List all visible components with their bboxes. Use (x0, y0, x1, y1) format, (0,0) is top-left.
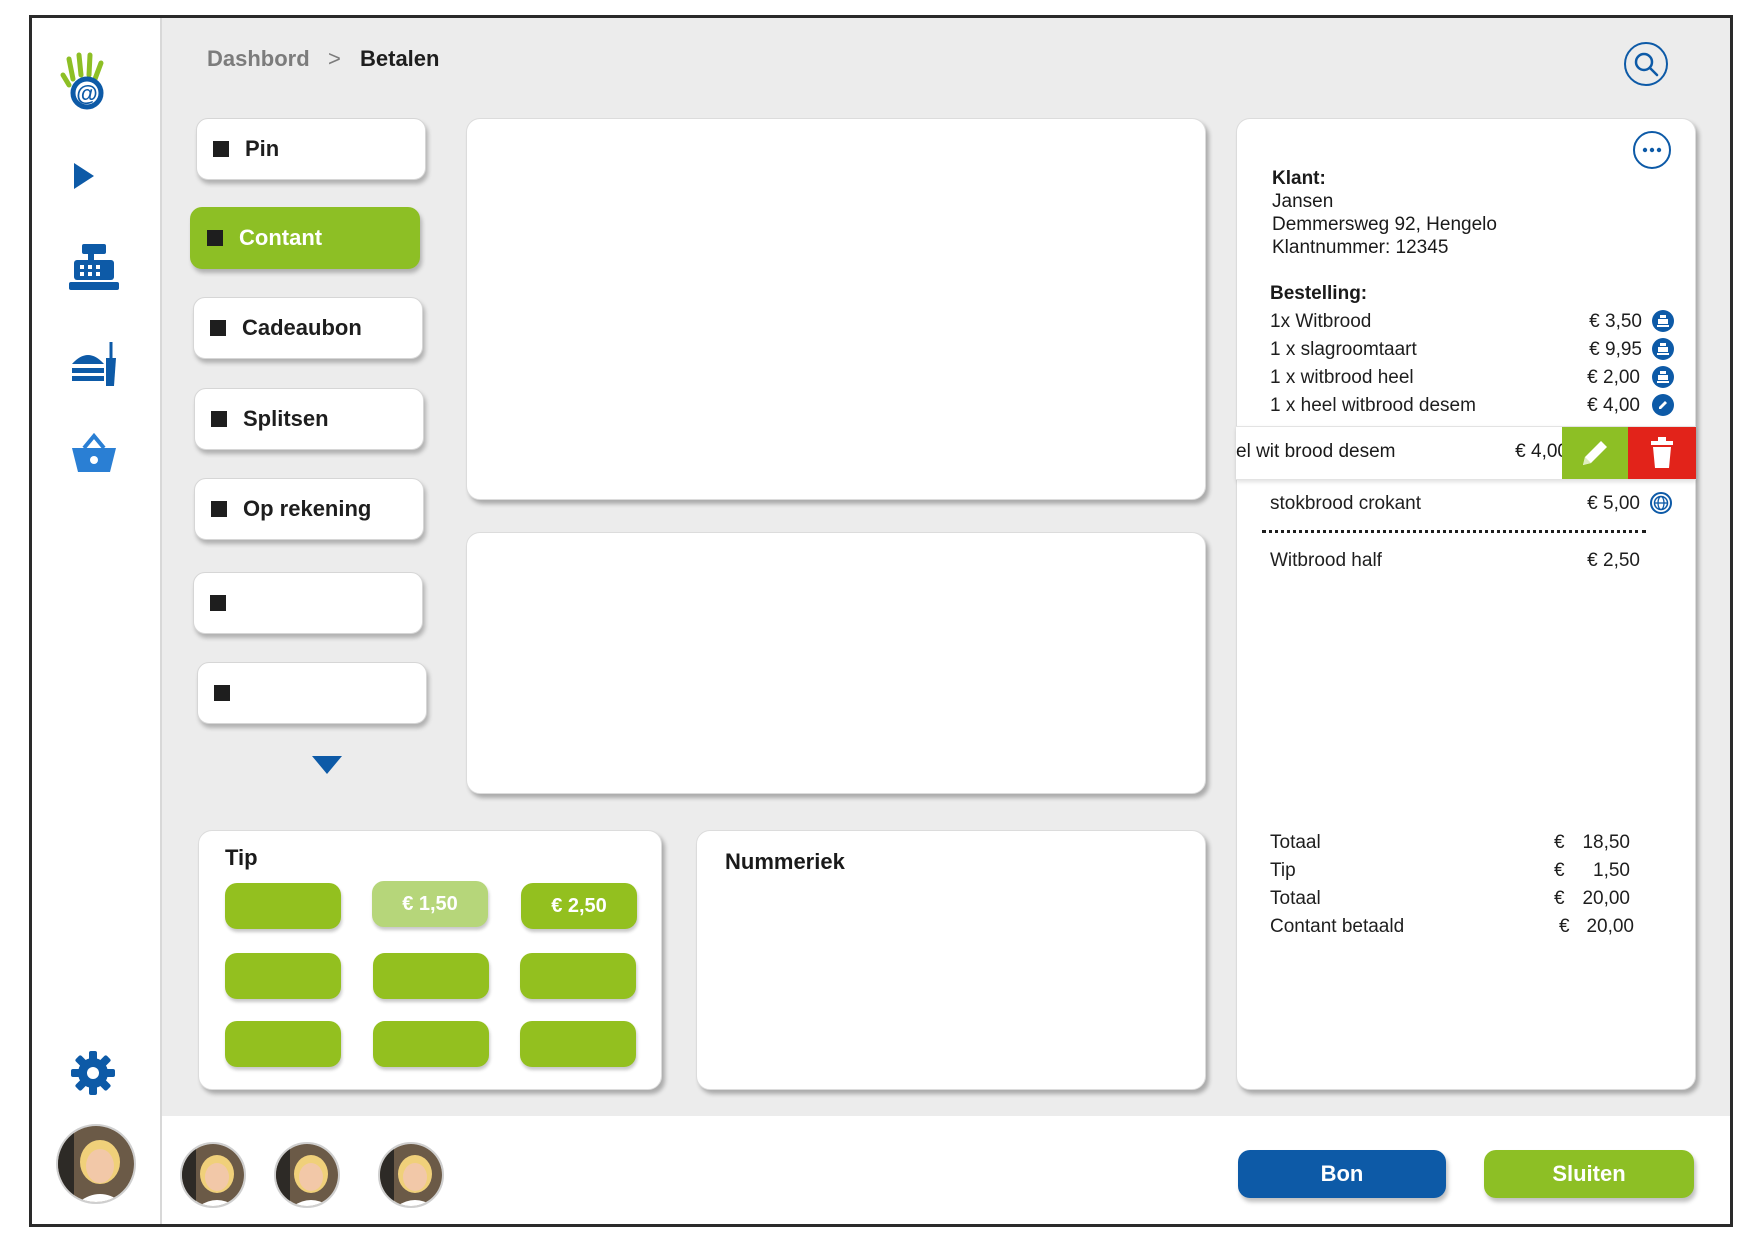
tip-label: Tip (1270, 860, 1296, 881)
order-label: Bestelling: (1270, 283, 1368, 304)
total-currency: € (1554, 832, 1565, 853)
basket-icon[interactable] (66, 428, 122, 478)
sluiten-button[interactable]: Sluiten (1484, 1150, 1694, 1198)
tip-button[interactable] (225, 1021, 341, 1067)
square-icon (210, 595, 226, 611)
payment-label: Op rekening (243, 496, 372, 521)
user-avatar[interactable] (378, 1142, 444, 1208)
order-panel (1236, 118, 1696, 1090)
payment-label: Cadeaubon (242, 315, 362, 340)
tip-button[interactable] (520, 1021, 636, 1067)
tip-button[interactable] (373, 1021, 489, 1067)
breadcrumb-separator: > (328, 46, 341, 71)
tip-panel: Tip € 1,50 € 2,50 (198, 830, 662, 1090)
tip-button[interactable] (225, 883, 341, 929)
order-item-name: 1 x heel witbrood desem (1270, 395, 1476, 416)
grand-total-value: 20,00 (1582, 888, 1630, 909)
swiped-item-name: el wit brood desem (1236, 441, 1396, 462)
register-icon[interactable] (1652, 310, 1674, 332)
square-icon (213, 141, 229, 157)
more-icon (1642, 147, 1662, 153)
order-item-price: € 2,00 (1587, 367, 1640, 388)
tip-button[interactable]: € 2,50 (521, 883, 637, 929)
order-item-name: 1x Witbrood (1270, 311, 1372, 332)
tip-button[interactable] (520, 953, 636, 999)
order-item-name: Witbrood half (1270, 550, 1382, 571)
bon-button[interactable]: Bon (1238, 1150, 1446, 1198)
swiped-item-price: € 4,00 (1515, 441, 1568, 462)
swiped-order-row[interactable]: el wit brood desem € 4,00 (1236, 426, 1696, 480)
order-item-price: € 5,00 (1587, 493, 1640, 514)
svg-text:@: @ (76, 81, 97, 106)
customer-address: Demmersweg 92, Hengelo (1272, 214, 1497, 235)
order-item-price: € 4,00 (1587, 395, 1640, 416)
grand-total-label: Totaal (1270, 888, 1321, 909)
numeriek-panel: Nummeriek (696, 830, 1206, 1090)
square-icon (214, 685, 230, 701)
cash-register-icon[interactable] (66, 240, 122, 294)
content-panel-middle (466, 532, 1206, 794)
sidebar: @ (32, 18, 162, 1224)
payment-cadeaubon-button[interactable]: Cadeaubon (193, 297, 423, 359)
order-item-price: € 3,50 (1589, 311, 1642, 332)
paid-currency: € (1559, 916, 1570, 937)
paid-value: 20,00 (1586, 916, 1634, 937)
tip-button[interactable] (225, 953, 341, 999)
order-item-name: 1 x slagroomtaart (1270, 339, 1417, 360)
delete-button[interactable] (1628, 427, 1696, 479)
breadcrumb-parent[interactable]: Dashbord (207, 46, 310, 72)
globe-icon[interactable] (1650, 492, 1672, 514)
customer-number: Klantnummer: 12345 (1272, 237, 1449, 258)
payment-label: Pin (245, 136, 280, 161)
gear-icon[interactable] (68, 1048, 118, 1098)
payment-empty-button-1[interactable] (193, 572, 423, 634)
tip-currency: € (1554, 860, 1565, 881)
order-item-price: € 2,50 (1587, 550, 1640, 571)
user-avatar[interactable] (274, 1142, 340, 1208)
breadcrumb-current: Betalen (360, 46, 440, 71)
order-divider (1262, 530, 1646, 533)
pencil-icon (1583, 441, 1607, 465)
food-icon[interactable] (66, 336, 122, 392)
payment-pin-button[interactable]: Pin (196, 118, 426, 180)
tip-value: 1,50 (1593, 860, 1630, 881)
paid-label: Contant betaald (1270, 916, 1405, 937)
search-button[interactable] (1624, 42, 1668, 86)
payment-label: Contant (239, 225, 323, 250)
more-options-button[interactable] (1633, 131, 1671, 169)
order-item-name: stokbrood crokant (1270, 493, 1422, 514)
tip-title: Tip (225, 845, 258, 870)
total-label: Totaal (1270, 832, 1321, 853)
numeriek-title: Nummeriek (725, 849, 845, 874)
user-avatar[interactable] (180, 1142, 246, 1208)
square-icon (211, 411, 227, 427)
grand-total-currency: € (1554, 888, 1565, 909)
order-item-price: € 9,95 (1589, 339, 1642, 360)
content-panel-top (466, 118, 1206, 500)
square-icon (207, 230, 223, 246)
payment-empty-button-2[interactable] (197, 662, 427, 724)
tip-button[interactable] (373, 953, 489, 999)
payment-contant-button[interactable]: Contant (190, 207, 420, 269)
search-icon (1634, 52, 1659, 77)
logo-icon: @ (54, 46, 124, 116)
current-user-avatar[interactable] (56, 1124, 136, 1204)
register-icon[interactable] (1652, 366, 1674, 388)
payment-splitsen-button[interactable]: Splitsen (194, 388, 424, 450)
square-icon (210, 320, 226, 336)
tip-button[interactable]: € 1,50 (372, 881, 488, 927)
scroll-down-icon[interactable] (312, 756, 342, 781)
trash-icon (1651, 437, 1673, 468)
register-icon[interactable] (1652, 338, 1674, 360)
edit-button[interactable] (1562, 427, 1628, 479)
payment-label: Splitsen (243, 406, 329, 431)
square-icon (211, 501, 227, 517)
order-item-name: 1 x witbrood heel (1270, 367, 1414, 388)
total-value: 18,50 (1582, 832, 1630, 853)
pencil-icon[interactable] (1652, 394, 1674, 416)
customer-label: Klant: (1272, 168, 1326, 189)
play-icon[interactable] (64, 156, 104, 196)
payment-op-rekening-button[interactable]: Op rekening (194, 478, 424, 540)
customer-name: Jansen (1272, 191, 1334, 212)
